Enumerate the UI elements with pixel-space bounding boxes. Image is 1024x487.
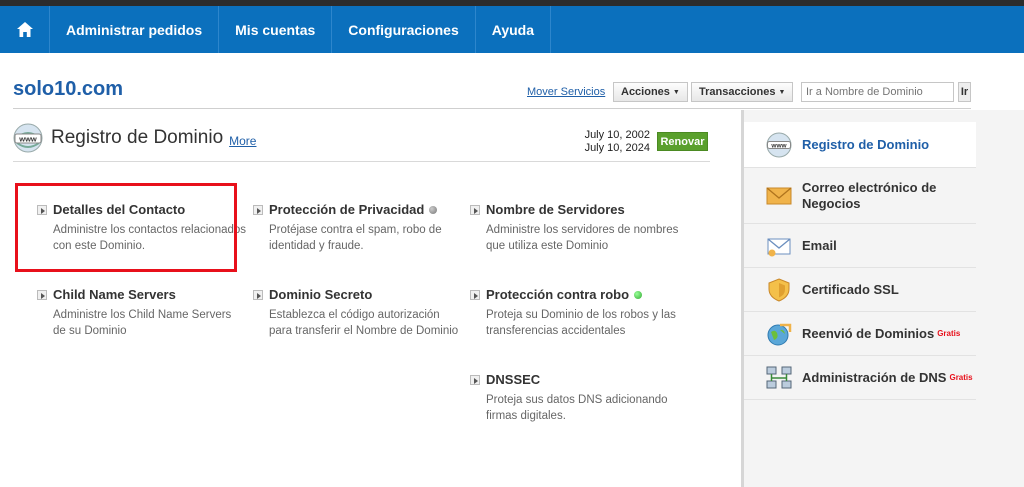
nav-configuraciones[interactable]: Configuraciones [332, 6, 476, 53]
section-title: Registro de Dominio [51, 127, 224, 148]
date-registered: July 10, 2002 [584, 129, 650, 141]
move-services-link[interactable]: Mover Servicios [527, 86, 605, 98]
arrow-right-icon [470, 374, 480, 385]
feature-desc: Proteja sus datos DNS adicionando firmas… [486, 394, 668, 422]
shield-icon [768, 277, 790, 302]
www-globe-icon: www [13, 123, 43, 153]
sidebar-item-domain-registration[interactable]: www Registro de Dominio [744, 122, 976, 168]
caret-down-icon: ▼ [672, 88, 680, 96]
home-icon [16, 22, 33, 37]
www-globe-icon: www [766, 132, 792, 157]
go-button[interactable]: Ir [958, 82, 971, 102]
feature-dnssec[interactable]: DNSSEC Proteja sus datos DNS adicionando… [470, 372, 680, 424]
sidebar-item-text: Administración de DNS [802, 369, 947, 385]
gratis-badge: Gratis [949, 372, 973, 382]
sidebar-item-label: Administración de DNS Gratis [802, 370, 973, 386]
arrow-right-icon [37, 289, 47, 300]
caret-down-icon: ▼ [778, 88, 786, 96]
feature-domain-secret[interactable]: Dominio Secreto Establezca el código aut… [253, 287, 463, 339]
svg-text:www: www [770, 142, 787, 149]
status-dot-icon [429, 205, 438, 214]
sidebar-item-text: Reenvió de Dominios [802, 325, 935, 341]
feature-name-servers[interactable]: Nombre de Servidores Administre los serv… [470, 202, 680, 254]
feature-title: Nombre de Servidores [486, 202, 625, 217]
svg-text:www: www [18, 135, 37, 144]
main-nav: Administrar pedidos Mis cuentas Configur… [0, 6, 1024, 53]
registration-dates: July 10, 2002 July 10, 2024 [560, 129, 650, 155]
status-dot-icon [634, 290, 643, 299]
feature-desc: Proteja su Dominio de los robos y las tr… [486, 309, 676, 337]
sidebar-item-email[interactable]: Email [744, 224, 976, 268]
email-icon [767, 237, 791, 256]
feature-title: Protección de Privacidad [269, 202, 425, 217]
domain-title: solo10.com [13, 78, 124, 100]
home-button[interactable] [0, 6, 50, 53]
acciones-label: Acciones [621, 86, 670, 98]
arrow-right-icon [470, 289, 480, 300]
sidebar-item-label: Registro de Dominio [802, 136, 930, 152]
sidebar-item-label: Certificado SSL [802, 281, 899, 297]
highlight-box [15, 183, 237, 272]
sidebar-item-label: Reenvió de Dominios Gratis [802, 326, 960, 342]
nav-ayuda[interactable]: Ayuda [476, 6, 552, 53]
feature-title: Protección contra robo [486, 287, 630, 302]
arrow-right-icon [253, 289, 263, 300]
domain-search-input[interactable] [801, 82, 954, 102]
feature-desc: Protéjase contra el spam, robo de identi… [269, 224, 442, 252]
feature-child-name-servers[interactable]: Child Name Servers Administre los Child … [37, 287, 247, 339]
sidebar-item-label: Correo electrónico de Negocios [802, 179, 937, 211]
feature-desc: Establezca el código autorización para t… [269, 309, 459, 337]
divider [13, 108, 971, 109]
transacciones-label: Transacciones [699, 86, 776, 98]
arrow-right-icon [253, 204, 263, 215]
section-header: www Registro de Dominio More [13, 123, 256, 153]
acciones-dropdown[interactable]: Acciones ▼ [613, 82, 688, 102]
feature-privacy-protection[interactable]: Protección de Privacidad Protéjase contr… [253, 202, 463, 254]
sidebar: www Registro de Dominio Correo electróni… [741, 110, 1024, 487]
renew-button[interactable]: Renovar [657, 132, 708, 151]
feature-title: Child Name Servers [53, 287, 176, 302]
feature-theft-protection[interactable]: Protección contra robo Proteja su Domini… [470, 287, 680, 339]
feature-desc: Administre los servidores de nombres que… [486, 224, 679, 252]
feature-title: Dominio Secreto [269, 287, 373, 302]
nav-mis-cuentas[interactable]: Mis cuentas [219, 6, 333, 53]
dns-network-icon [766, 366, 792, 388]
arrow-right-icon [470, 204, 480, 215]
sidebar-item-domain-forwarding[interactable]: Reenvió de Dominios Gratis [744, 312, 976, 356]
sidebar-item-business-email[interactable]: Correo electrónico de Negocios [744, 168, 976, 224]
envelope-icon [766, 187, 792, 204]
globe-arrow-icon [767, 323, 792, 345]
nav-administrar-pedidos[interactable]: Administrar pedidos [50, 6, 220, 53]
sidebar-item-dns-management[interactable]: Administración de DNS Gratis [744, 356, 976, 400]
gratis-badge: Gratis [937, 328, 961, 338]
more-link[interactable]: More [229, 134, 256, 148]
date-expiry: July 10, 2024 [584, 142, 650, 154]
sidebar-item-ssl-certificate[interactable]: Certificado SSL [744, 268, 976, 312]
transacciones-dropdown[interactable]: Transacciones ▼ [691, 82, 794, 102]
feature-desc: Administre los Child Name Servers de su … [53, 309, 232, 337]
feature-title: DNSSEC [486, 372, 541, 387]
sidebar-item-label: Email [802, 237, 837, 253]
divider [13, 161, 710, 162]
